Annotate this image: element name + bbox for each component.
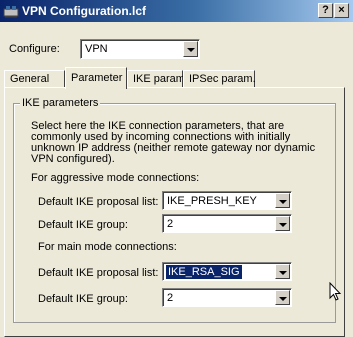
configure-dropdown[interactable]: VPN bbox=[80, 39, 200, 59]
chevron-down-icon[interactable] bbox=[275, 264, 290, 279]
aggressive-proposal-label: Default IKE proposal list: bbox=[38, 196, 159, 208]
tab-ike-param[interactable]: IKE param. bbox=[127, 70, 188, 87]
main-proposal-dropdown[interactable]: IKE_RSA_SIG bbox=[162, 262, 292, 281]
tab-general[interactable]: General bbox=[4, 70, 65, 87]
aggressive-group-label: Default IKE group: bbox=[38, 219, 128, 231]
tab-ipsec-param[interactable]: IPSec param. bbox=[183, 70, 256, 87]
group-title: IKE parameters bbox=[20, 97, 101, 109]
main-group-label: Default IKE group: bbox=[38, 293, 128, 305]
title-bar: VPN Configuration.lcf ? × bbox=[0, 0, 353, 22]
aggressive-group-value: 2 bbox=[167, 218, 174, 230]
tab-parameter[interactable]: Parameter bbox=[65, 67, 127, 89]
chevron-down-icon[interactable] bbox=[275, 290, 290, 305]
aggressive-proposal-dropdown[interactable]: IKE_PRESH_KEY bbox=[162, 191, 292, 210]
window-title: VPN Configuration.lcf bbox=[22, 4, 146, 18]
tab-label: IKE param. bbox=[133, 73, 189, 85]
configure-value: VPN bbox=[85, 43, 108, 55]
tab-label: General bbox=[10, 73, 50, 85]
aggressive-mode-heading: For aggressive mode connections: bbox=[31, 172, 200, 184]
description-text: Select here the IKE connection parameter… bbox=[31, 120, 316, 165]
configure-label: Configure: bbox=[9, 43, 60, 55]
mouse-cursor-icon bbox=[329, 282, 342, 301]
chevron-down-icon[interactable] bbox=[183, 41, 198, 57]
main-proposal-label: Default IKE proposal list: bbox=[38, 267, 159, 279]
network-icon bbox=[3, 6, 19, 18]
help-button[interactable]: ? bbox=[318, 3, 333, 18]
main-group-value: 2 bbox=[167, 292, 174, 304]
main-proposal-value: IKE_RSA_SIG bbox=[166, 265, 242, 279]
aggressive-group-dropdown[interactable]: 2 bbox=[162, 214, 292, 233]
main-mode-heading: For main mode connections: bbox=[38, 241, 177, 253]
tab-label: IPSec param. bbox=[189, 73, 256, 85]
main-group-dropdown[interactable]: 2 bbox=[162, 288, 292, 307]
chevron-down-icon[interactable] bbox=[275, 193, 290, 208]
close-button[interactable]: × bbox=[334, 3, 349, 18]
aggressive-proposal-value: IKE_PRESH_KEY bbox=[167, 195, 257, 207]
chevron-down-icon[interactable] bbox=[275, 216, 290, 231]
tab-label: Parameter bbox=[71, 72, 123, 84]
